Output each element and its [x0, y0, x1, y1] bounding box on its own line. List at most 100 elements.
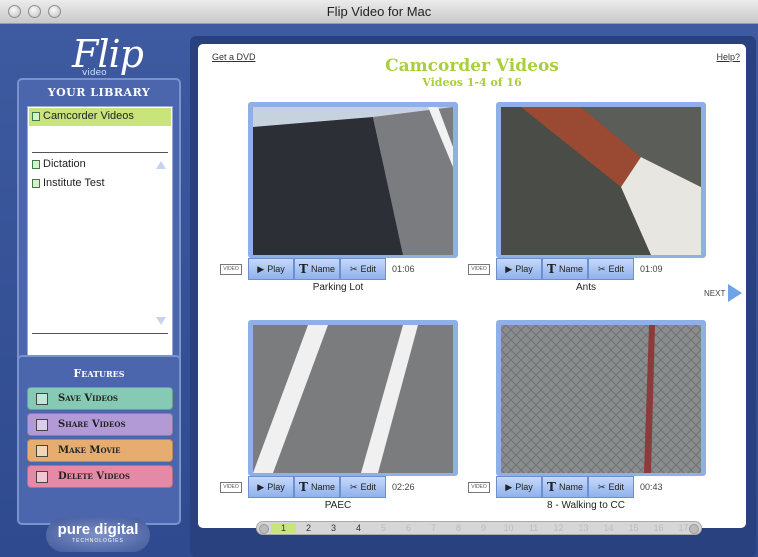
name-label: Name	[558, 482, 583, 492]
ants-thumbnail-image	[501, 107, 701, 255]
page-number[interactable]: 12	[546, 523, 571, 533]
page-number[interactable]: 6	[396, 523, 421, 533]
page-number[interactable]: 10	[496, 523, 521, 533]
scissors-icon: ✂	[349, 481, 358, 492]
share-videos-button[interactable]: Share Videos	[27, 413, 173, 436]
video-controls: VIDEO ▶ Play T Name ✂ Edit 00:43	[468, 476, 663, 498]
edit-button[interactable]: ✂ Edit	[588, 476, 634, 498]
text-icon: T	[547, 480, 556, 494]
features-panel: Features Save Videos Share Videos Make M…	[17, 355, 181, 525]
page-number[interactable]: 1	[271, 523, 296, 533]
rename-button[interactable]: T Name	[294, 476, 340, 498]
video-type-tag: VIDEO	[220, 263, 242, 275]
name-label: Name	[310, 264, 335, 274]
scroll-up-arrow-icon[interactable]	[156, 161, 166, 169]
library-item-institute-test[interactable]: Institute Test	[32, 177, 105, 189]
play-label: Play	[515, 264, 533, 274]
pager-right-cap	[689, 524, 699, 534]
share-videos-label: Share Videos	[58, 419, 126, 430]
library-item-label: Dictation	[43, 158, 86, 170]
next-page-button[interactable]: NEXT	[704, 284, 743, 302]
video-controls: VIDEO ▶ Play T Name ✂ Edit 01:06	[220, 258, 415, 280]
page-subtitle: Videos 1-4 of 16	[422, 76, 522, 89]
save-icon	[36, 392, 48, 405]
scissors-icon: ✂	[349, 263, 358, 274]
library-divider	[32, 152, 168, 153]
next-arrow-icon	[728, 284, 743, 302]
save-videos-button[interactable]: Save Videos	[27, 387, 173, 410]
edit-button[interactable]: ✂ Edit	[340, 476, 386, 498]
name-label: Name	[310, 482, 335, 492]
video-duration: 02:26	[392, 482, 415, 492]
text-icon: T	[547, 262, 556, 276]
pure-digital-logo-text: pure digital	[57, 521, 139, 538]
page-number[interactable]: 14	[596, 523, 621, 533]
page-number[interactable]: 9	[471, 523, 496, 533]
rename-button[interactable]: T Name	[542, 258, 588, 280]
main-content: Get a DVD Help? Camcorder Videos Videos …	[198, 44, 746, 535]
library-list: Camcorder Videos Dictation Institute Tes…	[27, 106, 173, 364]
video-name: PAEC	[324, 500, 352, 511]
rename-button[interactable]: T Name	[294, 258, 340, 280]
page-number[interactable]: 7	[421, 523, 446, 533]
play-button[interactable]: ▶ Play	[496, 476, 542, 498]
text-icon: T	[299, 480, 308, 494]
page-number[interactable]: 15	[621, 523, 646, 533]
share-icon	[36, 418, 48, 431]
play-label: Play	[267, 264, 285, 274]
flip-logo-sub: video	[82, 68, 107, 78]
paec-thumbnail-image	[253, 325, 453, 473]
edit-button[interactable]: ✂ Edit	[340, 258, 386, 280]
edit-button[interactable]: ✂ Edit	[588, 258, 634, 280]
page-number[interactable]: 3	[321, 523, 346, 533]
page-number[interactable]: 2	[296, 523, 321, 533]
video-type-tag: VIDEO	[468, 263, 490, 275]
folder-icon	[32, 159, 40, 169]
play-button[interactable]: ▶ Play	[248, 258, 294, 280]
scissors-icon: ✂	[597, 263, 606, 274]
delete-videos-button[interactable]: Delete Videos	[27, 465, 173, 488]
make-movie-button[interactable]: Make Movie	[27, 439, 173, 462]
delete-videos-label: Delete Videos	[58, 471, 130, 482]
video-name: Ants	[575, 282, 596, 293]
rename-button[interactable]: T Name	[542, 476, 588, 498]
video-duration: 01:09	[640, 264, 663, 274]
library-item-dictation[interactable]: Dictation	[32, 158, 86, 170]
video-thumbnail[interactable]	[496, 320, 706, 476]
edit-label: Edit	[608, 264, 625, 274]
trash-icon	[36, 470, 48, 483]
make-movie-label: Make Movie	[58, 445, 121, 456]
pure-digital-logo: pure digital TECHNOLOGIES	[46, 518, 150, 552]
library-item-label: Camcorder Videos	[43, 110, 134, 122]
page-number[interactable]: 4	[346, 523, 371, 533]
video-type-tag: VIDEO	[220, 481, 242, 493]
video-name: Parking Lot	[312, 282, 364, 293]
page-title: Camcorder Videos	[385, 56, 559, 76]
page-number[interactable]: 16	[646, 523, 671, 533]
play-button[interactable]: ▶ Play	[248, 476, 294, 498]
page-selector: 1 2 3 4 5 6 7 8 9 10 11 12 13 14 15 16 17	[256, 521, 702, 535]
video-name: 8 - Walking to CC	[547, 500, 625, 511]
edit-label: Edit	[360, 264, 377, 274]
play-icon: ▶	[257, 263, 265, 274]
name-label: Name	[558, 264, 583, 274]
video-duration: 01:06	[392, 264, 415, 274]
video-thumbnail[interactable]	[248, 102, 458, 258]
play-icon: ▶	[257, 481, 265, 492]
page-number[interactable]: 8	[446, 523, 471, 533]
library-item-camcorder-videos[interactable]: Camcorder Videos	[32, 110, 134, 122]
window-title: Flip Video for Mac	[326, 4, 432, 19]
play-button[interactable]: ▶ Play	[496, 258, 542, 280]
scroll-down-arrow-icon[interactable]	[156, 317, 166, 325]
page-number[interactable]: 13	[571, 523, 596, 533]
page-numbers: 1 2 3 4 5 6 7 8 9 10 11 12 13 14 15 16 17	[271, 523, 696, 533]
next-label: NEXT	[704, 288, 726, 298]
page-number[interactable]: 11	[521, 523, 546, 533]
walking-thumbnail-image	[501, 325, 701, 473]
page-number[interactable]: 5	[371, 523, 396, 533]
save-videos-label: Save Videos	[58, 393, 118, 404]
video-controls: VIDEO ▶ Play T Name ✂ Edit 02:26	[220, 476, 415, 498]
video-thumbnail[interactable]	[496, 102, 706, 258]
video-thumbnail[interactable]	[248, 320, 458, 476]
play-icon: ▶	[505, 481, 513, 492]
